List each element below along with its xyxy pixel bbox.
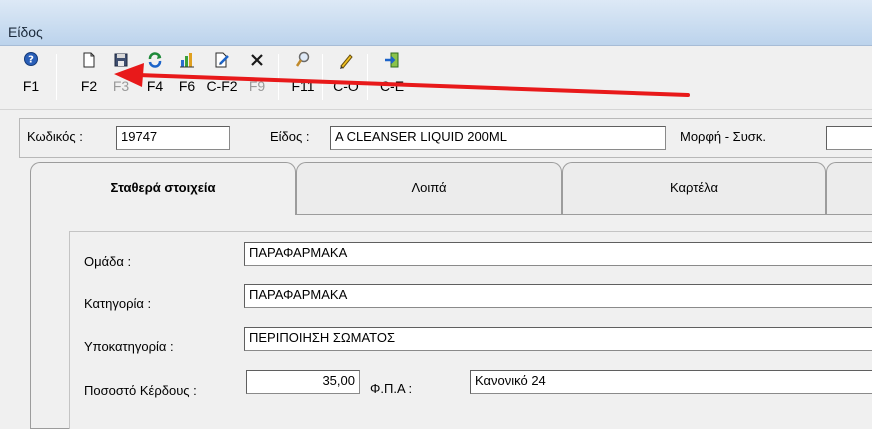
- tab-other-label: Λοιπά: [411, 180, 447, 195]
- chart-button[interactable]: F6: [170, 50, 204, 102]
- tab-fixed-data-label: Σταθερά στοιχεία: [110, 180, 216, 195]
- subcategory-label: Υποκατηγορία :: [84, 339, 174, 354]
- tab-fixed-data[interactable]: Σταθερά στοιχεία: [30, 162, 296, 215]
- exit-button[interactable]: C-E: [375, 50, 409, 102]
- chart-button-key: F6: [178, 78, 196, 94]
- tab-strip: Σταθερά στοιχεία Λοιπά Καρτέλα: [30, 162, 872, 215]
- search-icon: [294, 50, 312, 72]
- vat-field[interactable]: Κανονικό 24: [470, 370, 872, 394]
- tab-other[interactable]: Λοιπά: [296, 162, 562, 214]
- save-button-key: F3: [112, 78, 130, 94]
- new-button[interactable]: F2: [72, 50, 106, 102]
- search-button[interactable]: F11: [286, 50, 320, 102]
- delete-icon: [248, 50, 266, 72]
- refresh-button[interactable]: F4: [138, 50, 172, 102]
- edit-button[interactable]: C-F2: [205, 50, 239, 102]
- vat-label: Φ.Π.Α :: [370, 381, 413, 396]
- toolbar-separator: [278, 54, 279, 100]
- svg-text:?: ?: [28, 55, 34, 66]
- edit-document-icon: [213, 50, 231, 72]
- code-field[interactable]: 19747: [116, 126, 230, 150]
- group-label: Ομάδα :: [84, 254, 132, 269]
- category-field[interactable]: ΠΑΡΑΦΑΡΜΑΚΑ: [244, 284, 872, 308]
- classification-group: Ομάδα : ΠΑΡΑΦΑΡΜΑΚΑ Κατηγορία : ΠΑΡΑΦΑΡΜ…: [69, 231, 872, 429]
- new-button-key: F2: [80, 78, 98, 94]
- refresh-button-key: F4: [146, 78, 164, 94]
- help-button-key: F1: [22, 78, 40, 94]
- delete-button[interactable]: F9: [240, 50, 274, 102]
- tab-more[interactable]: [826, 162, 872, 214]
- edit-button-key: C-F2: [206, 78, 238, 94]
- search-button-key: F11: [291, 78, 315, 94]
- tab-panel: Ομάδα : ΠΑΡΑΦΑΡΜΑΚΑ Κατηγορία : ΠΑΡΑΦΑΡΜ…: [30, 214, 872, 429]
- subcategory-field[interactable]: ΠΕΡΙΠΟΙΗΣΗ ΣΩΜΑΤΟΣ: [244, 327, 872, 351]
- toolbar-separator: [322, 54, 323, 100]
- tab-ledger[interactable]: Καρτέλα: [562, 162, 826, 214]
- chart-icon: [178, 50, 196, 72]
- refresh-icon: [146, 50, 164, 72]
- window-title: Είδος: [8, 24, 43, 40]
- pencil-icon: [337, 50, 355, 72]
- open-button[interactable]: C-O: [329, 50, 363, 102]
- item-name-field[interactable]: A CLEANSER LIQUID 200ML: [330, 126, 666, 150]
- open-button-key: C-O: [333, 78, 359, 94]
- help-icon: ?: [22, 50, 40, 72]
- toolbar-separator: [56, 54, 57, 100]
- save-button[interactable]: F3: [104, 50, 138, 102]
- save-icon: [112, 50, 130, 72]
- new-document-icon: [80, 50, 98, 72]
- toolbar-separator: [367, 54, 368, 100]
- tab-ledger-label: Καρτέλα: [670, 180, 718, 195]
- item-label: Είδος :: [270, 129, 310, 144]
- exit-icon: [383, 50, 401, 72]
- category-label: Κατηγορία :: [84, 296, 152, 311]
- item-header-frame: Κωδικός : 19747 Είδος : A CLEANSER LIQUI…: [19, 118, 872, 158]
- profit-margin-field[interactable]: 35,00: [246, 370, 360, 394]
- item-form: Κωδικός : 19747 Είδος : A CLEANSER LIQUI…: [0, 110, 872, 429]
- exit-button-key: C-E: [379, 78, 405, 94]
- delete-button-key: F9: [248, 78, 266, 94]
- code-label: Κωδικός :: [27, 129, 83, 144]
- toolbar: ? F1 F2 F3 F4 F6 C-F2 F9 F11 C-O C-E: [0, 46, 872, 110]
- form-packaging-field[interactable]: [826, 126, 872, 150]
- group-field[interactable]: ΠΑΡΑΦΑΡΜΑΚΑ: [244, 242, 872, 266]
- window-title-bar: Είδος: [0, 0, 872, 46]
- form-packaging-label: Μορφή - Συσκ.: [680, 129, 766, 144]
- profit-margin-label: Ποσοστό Κέρδους :: [84, 383, 197, 398]
- help-button[interactable]: ? F1: [14, 50, 48, 102]
